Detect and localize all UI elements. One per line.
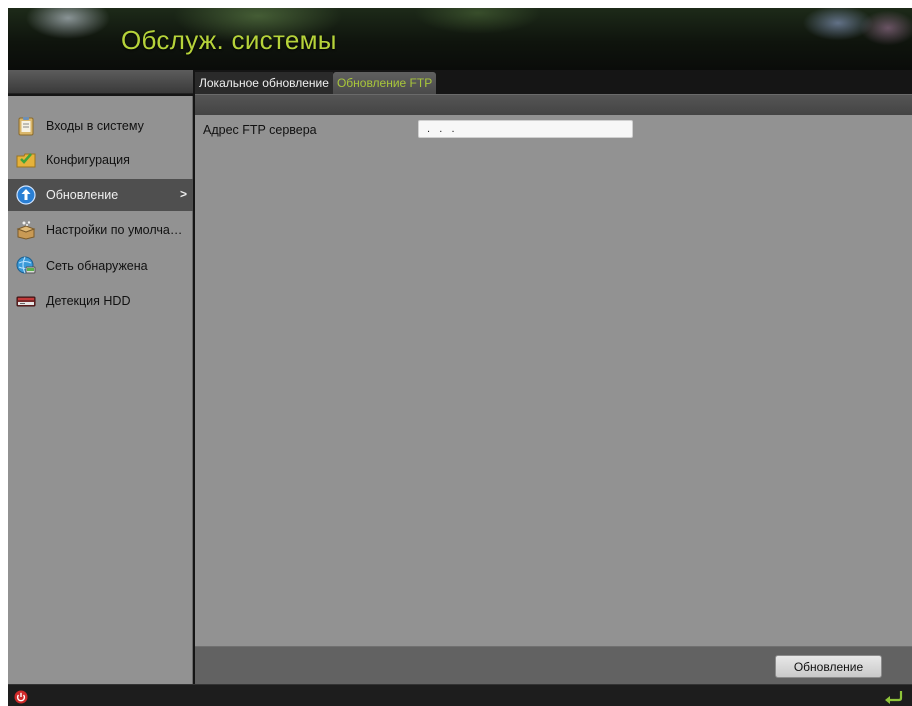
page-title: Обслуж. системы: [121, 25, 337, 55]
clipboard-icon: [18, 117, 34, 136]
folder-check-icon: [16, 153, 36, 168]
header-banner: Обслуж. системы: [8, 8, 912, 70]
chevron-right-icon: >: [179, 187, 187, 201]
sidebar-item-label: Настройки по умолчанию: [46, 223, 186, 237]
sidebar: Входы в систему Конфигурация Обновление …: [8, 96, 193, 684]
status-bar: [8, 684, 912, 706]
ftp-address-label: Адрес FTP сервера: [203, 123, 317, 137]
ftp-address-input[interactable]: [418, 120, 633, 138]
back-arrow-icon[interactable]: [882, 688, 904, 704]
sidebar-item-label: Входы в систему: [46, 119, 144, 133]
power-icon[interactable]: [14, 690, 28, 704]
sidebar-item-logins[interactable]: Входы в систему: [8, 110, 193, 142]
ftp-settings-panel: Адрес FTP сервера: [195, 115, 912, 646]
sidebar-header-bar: [8, 70, 193, 94]
globe-network-icon: [16, 256, 36, 274]
sidebar-item-hdd-detection[interactable]: Детекция HDD: [8, 285, 193, 317]
sidebar-item-label: Сеть обнаружена: [46, 259, 148, 273]
box-sparkle-icon: [16, 221, 36, 240]
sidebar-item-update[interactable]: Обновление >: [8, 179, 193, 211]
hard-drive-icon: [16, 296, 36, 307]
sidebar-item-label: Детекция HDD: [46, 294, 131, 308]
tab-ftp-update[interactable]: Обновление FTP: [332, 72, 437, 94]
tab-local-update[interactable]: Локальное обновление: [195, 72, 333, 94]
sidebar-item-defaults[interactable]: Настройки по умолчанию: [8, 214, 193, 246]
sidebar-item-label: Обновление: [46, 188, 119, 202]
content-footer: Обновление: [195, 646, 912, 684]
sidebar-item-label: Конфигурация: [46, 153, 130, 167]
app-window: Обслуж. системы Локальное обновление Обн…: [8, 8, 912, 706]
sidebar-item-network-detected[interactable]: Сеть обнаружена: [8, 250, 193, 282]
tab-bar: Локальное обновление Обновление FTP: [195, 70, 912, 94]
sidebar-item-configuration[interactable]: Конфигурация: [8, 144, 193, 176]
upload-arrow-icon: [16, 185, 36, 205]
update-button[interactable]: Обновление: [775, 655, 882, 678]
content-header-bar: [195, 94, 912, 115]
